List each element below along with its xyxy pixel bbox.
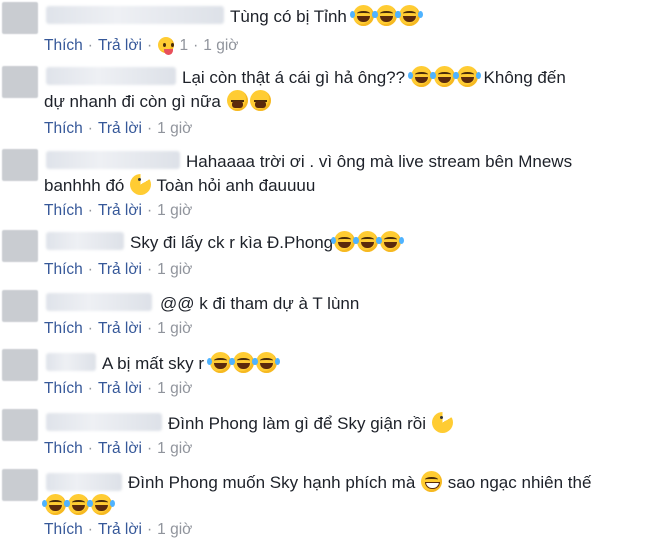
reply-link[interactable]: Trả lời: [98, 521, 142, 538]
comment-text-line-2: [42, 494, 115, 518]
comment-actions: Thích · Trả lời · 1 giờ: [44, 521, 193, 538]
like-link[interactable]: Thích: [44, 261, 83, 278]
face-with-tears-of-joy-icon: [88, 494, 115, 515]
comment-text: Đình Phong muốn Sky hạnh phích mà sao ng…: [128, 471, 592, 492]
comment-text-line-2: banhhh đó Toàn hỏi anh đauuuu: [44, 174, 316, 195]
comment-time[interactable]: 1 giờ: [157, 320, 192, 337]
author-name-blurred[interactable]: [46, 413, 162, 431]
grinning-face-icon: [421, 471, 443, 492]
comment-time[interactable]: 1 giờ: [203, 37, 238, 54]
author-name-blurred[interactable]: [46, 353, 96, 371]
author-name-blurred[interactable]: [46, 293, 152, 311]
face-with-tears-of-joy-icon: [331, 231, 359, 252]
comment-time[interactable]: 1 giờ: [157, 380, 192, 397]
avatar[interactable]: [2, 2, 38, 34]
reply-link[interactable]: Trả lời: [98, 380, 142, 397]
avatar[interactable]: [2, 409, 38, 441]
avatar[interactable]: [2, 349, 38, 381]
face-with-tears-of-joy-icon: [65, 494, 92, 515]
loudly-crying-face-icon: [226, 90, 248, 111]
face-with-tears-of-joy-icon: [229, 352, 257, 373]
comment-actions: Thích · Trả lời · 1 · 1 giờ: [44, 37, 239, 55]
face-with-tears-of-joy-icon: [372, 5, 400, 26]
face-with-tears-of-joy-icon: [349, 5, 377, 26]
author-name-blurred[interactable]: [46, 473, 122, 491]
like-link[interactable]: Thích: [44, 440, 83, 457]
face-with-tears-of-joy-icon: [252, 352, 280, 373]
comment-text-line-2: dự nhanh đi còn gì nữa: [44, 90, 272, 114]
avatar[interactable]: [2, 149, 38, 181]
like-link[interactable]: Thích: [44, 202, 83, 219]
like-link[interactable]: Thích: [44, 37, 83, 54]
comment-time[interactable]: 1 giờ: [157, 120, 192, 137]
reply-link[interactable]: Trả lời: [98, 120, 142, 137]
reaction-count[interactable]: 1: [179, 37, 188, 54]
reply-link[interactable]: Trả lời: [98, 202, 142, 219]
reply-link[interactable]: Trả lời: [98, 440, 142, 457]
pacman-icon: [130, 174, 152, 195]
comment-text: Sky đi lấy ck r kìa Đ.Phong: [130, 231, 405, 255]
comment-text: Đình Phong làm gì để Sky giận rồi: [168, 412, 454, 436]
comment-text: Tùng có bị Tỉnh: [230, 5, 423, 29]
author-name-blurred[interactable]: [46, 6, 224, 24]
comment-time[interactable]: 1 giờ: [157, 521, 192, 538]
author-name-blurred[interactable]: [46, 67, 176, 85]
comment-text: A bị mất sky r: [102, 352, 280, 376]
author-name-blurred[interactable]: [46, 151, 180, 169]
like-link[interactable]: Thích: [44, 380, 83, 397]
comment-actions: Thích · Trả lời · 1 giờ: [44, 320, 193, 337]
comment-time[interactable]: 1 giờ: [157, 261, 192, 278]
avatar[interactable]: [2, 230, 38, 262]
face-with-tears-of-joy-icon: [206, 352, 234, 373]
face-with-tears-of-joy-icon: [42, 494, 69, 515]
pacman-icon: [431, 412, 453, 433]
like-link[interactable]: Thích: [44, 521, 83, 538]
loudly-crying-face-icon: [249, 90, 271, 111]
comment-time[interactable]: 1 giờ: [157, 440, 192, 457]
comment-text: @@ k đi tham dự à T lùnn: [160, 294, 360, 313]
reply-link[interactable]: Trả lời: [98, 37, 142, 54]
comment-text: Lại còn thật á cái gì hả ông?? Không đến: [182, 66, 566, 87]
face-with-tears-of-joy-icon: [395, 5, 423, 26]
comment-text: Hahaaaa trời ơi . vì ông mà live stream …: [186, 152, 573, 171]
like-link[interactable]: Thích: [44, 320, 83, 337]
avatar[interactable]: [2, 66, 38, 98]
face-with-tears-of-joy-icon: [407, 66, 435, 87]
comment-actions: Thích · Trả lời · 1 giờ: [44, 380, 193, 397]
face-with-tears-of-joy-icon: [377, 231, 405, 252]
face-with-tears-of-joy-icon: [453, 66, 481, 87]
comment-actions: Thích · Trả lời · 1 giờ: [44, 261, 193, 278]
reply-link[interactable]: Trả lời: [98, 261, 142, 278]
face-with-tears-of-joy-icon: [354, 231, 382, 252]
avatar[interactable]: [2, 469, 38, 501]
face-with-tears-of-joy-icon: [430, 66, 458, 87]
reply-link[interactable]: Trả lời: [98, 320, 142, 337]
tongue-out-face-icon[interactable]: [158, 37, 175, 55]
comment-actions: Thích · Trả lời · 1 giờ: [44, 202, 193, 219]
comment-actions: Thích · Trả lời · 1 giờ: [44, 440, 193, 457]
comment-actions: Thích · Trả lời · 1 giờ: [44, 120, 193, 137]
like-link[interactable]: Thích: [44, 120, 83, 137]
avatar[interactable]: [2, 290, 38, 322]
comment-time[interactable]: 1 giờ: [157, 202, 192, 219]
author-name-blurred[interactable]: [46, 232, 124, 250]
